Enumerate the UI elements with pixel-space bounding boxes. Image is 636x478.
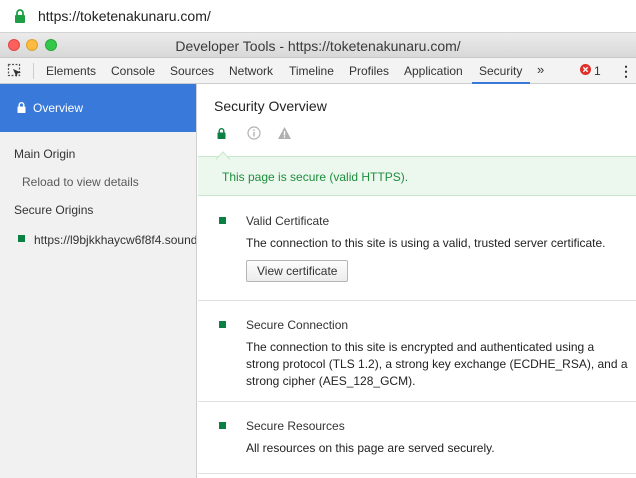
tab-application[interactable]: Application	[404, 64, 463, 78]
page-title: Security Overview	[214, 98, 327, 114]
sidebar-item-secure-origin[interactable]: https://l9bjkkhaycw6f8f4.sound	[0, 227, 196, 251]
sidebar-item-overview[interactable]: Overview	[0, 84, 196, 132]
window-titlebar: Developer Tools - https://toketenakunaru…	[0, 33, 636, 58]
error-icon[interactable]	[580, 64, 591, 75]
security-summary-banner: This page is secure (valid HTTPS).	[198, 151, 636, 196]
lock-icon	[17, 102, 26, 116]
lock-icon	[217, 128, 226, 142]
secure-origins-heading: Secure Origins	[14, 203, 94, 217]
tab-security[interactable]: Security	[479, 64, 522, 78]
info-icon	[247, 126, 261, 143]
banner-pointer	[215, 149, 231, 163]
section-description: All resources on this page are served se…	[246, 441, 495, 455]
secure-status-icon	[219, 217, 226, 224]
url-text[interactable]: https://toketenakunaru.com/	[38, 8, 211, 24]
security-summary-text: This page is secure (valid HTTPS).	[222, 170, 409, 184]
section-heading: Secure Resources	[246, 419, 345, 433]
address-bar: https://toketenakunaru.com/	[0, 0, 636, 33]
section-heading: Secure Connection	[246, 318, 349, 332]
section-description: The connection to this site is encrypted…	[246, 340, 628, 388]
resources-section: Secure Resources All resources on this p…	[198, 402, 636, 474]
lock-icon	[14, 9, 26, 26]
main-origin-heading: Main Origin	[14, 147, 76, 161]
tab-profiles[interactable]: Profiles	[349, 64, 389, 78]
section-description: The connection to this site is using a v…	[246, 236, 606, 250]
security-overview-panel: Security Overview This page is secure (v…	[198, 84, 636, 478]
security-state-icons	[214, 126, 314, 142]
tab-console[interactable]: Console	[111, 64, 155, 78]
menu-icon[interactable]: ⋮	[619, 63, 633, 80]
devtools-tab-bar: Elements Console Sources Network Timelin…	[0, 58, 636, 84]
window-title: Developer Tools - https://toketenakunaru…	[175, 38, 461, 54]
section-heading: Valid Certificate	[246, 214, 330, 228]
secure-status-icon	[18, 235, 25, 242]
tab-timeline[interactable]: Timeline	[289, 64, 334, 78]
connection-section: Secure Connection The connection to this…	[198, 301, 636, 402]
tab-divider	[33, 63, 34, 79]
security-sidebar: Overview Main Origin Reload to view deta…	[0, 84, 197, 478]
tab-sources[interactable]: Sources	[170, 64, 214, 78]
sidebar-item-label: Overview	[33, 101, 84, 115]
secure-origin-url: https://l9bjkkhaycw6f8f4.sound	[34, 233, 196, 247]
more-tabs-button[interactable]: »	[537, 62, 544, 77]
secure-status-icon	[219, 422, 226, 429]
warning-icon	[277, 126, 292, 143]
secure-status-icon	[219, 321, 226, 328]
tab-network[interactable]: Network	[229, 64, 273, 78]
main-origin-hint: Reload to view details	[22, 175, 139, 189]
certificate-section: Valid Certificate The connection to this…	[198, 197, 636, 301]
error-count[interactable]: 1	[594, 64, 601, 78]
tab-elements[interactable]: Elements	[46, 64, 96, 78]
view-certificate-button[interactable]: View certificate	[246, 260, 349, 282]
inspect-element-icon[interactable]	[7, 63, 23, 82]
